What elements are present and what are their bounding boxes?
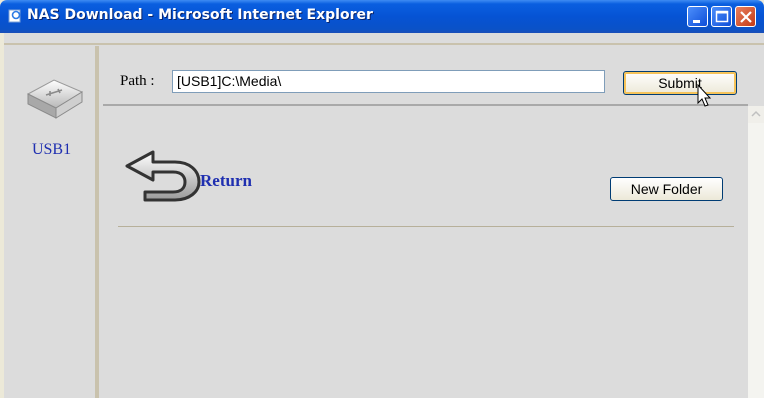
scroll-up-button[interactable] — [748, 106, 764, 123]
return-link[interactable]: Return — [200, 171, 252, 191]
file-list-area: Return New Folder — [103, 106, 748, 398]
usb-drive-icon[interactable] — [24, 72, 86, 124]
mouse-cursor-icon — [697, 84, 712, 107]
maximize-button[interactable] — [711, 6, 732, 27]
close-button[interactable] — [735, 6, 756, 27]
vertical-scrollbar[interactable] — [748, 106, 764, 398]
maximize-icon — [715, 10, 729, 23]
close-icon — [740, 11, 752, 23]
usb-device-label[interactable]: USB1 — [4, 141, 99, 159]
frame-top-band — [4, 33, 764, 45]
path-label: Path : — [120, 73, 155, 89]
window-title: NAS Download - Microsoft Internet Explor… — [27, 7, 373, 23]
content-divider — [118, 226, 734, 227]
chevron-up-icon — [751, 110, 761, 117]
minimize-button[interactable] — [687, 6, 708, 27]
path-input[interactable]: [USB1]C:\Media\ — [172, 70, 605, 93]
path-bar: Path : [USB1]C:\Media\ Submit — [103, 46, 748, 106]
minimize-icon — [693, 20, 700, 23]
device-sidebar: USB1 — [4, 46, 99, 398]
new-folder-button[interactable]: New Folder — [610, 177, 723, 201]
window-titlebar[interactable]: NAS Download - Microsoft Internet Explor… — [0, 0, 764, 33]
return-arrow-icon[interactable] — [123, 146, 203, 202]
submit-button[interactable]: Submit — [623, 71, 737, 95]
ie-page-icon — [8, 9, 21, 23]
